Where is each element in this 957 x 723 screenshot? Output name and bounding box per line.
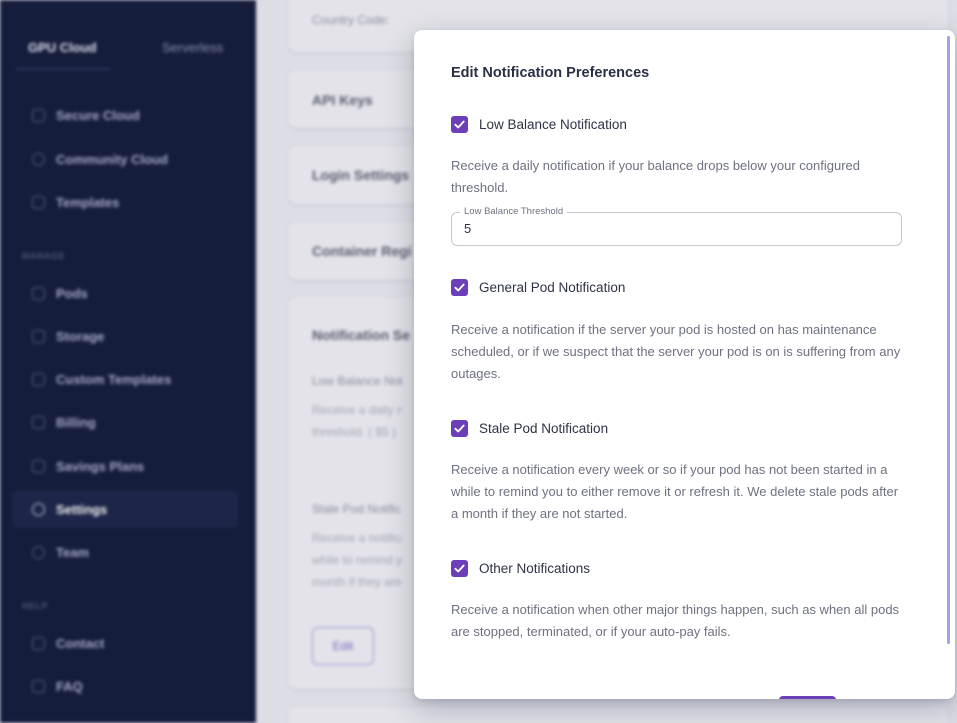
general-pod-label: General Pod Notification <box>479 280 626 295</box>
low-balance-checkbox[interactable] <box>451 116 468 133</box>
threshold-field-label: Low Balance Threshold <box>460 206 568 217</box>
other-notifications-checkbox-row[interactable]: Other Notifications <box>451 560 590 577</box>
other-notifications-label: Other Notifications <box>479 561 591 576</box>
modal-scrollbar[interactable] <box>947 36 950 644</box>
save-button[interactable] <box>779 696 836 699</box>
checkmark-icon <box>454 283 465 292</box>
low-balance-threshold-input[interactable] <box>464 221 884 236</box>
low-balance-label: Low Balance Notification <box>479 117 627 132</box>
other-notifications-checkbox[interactable] <box>451 560 468 577</box>
general-pod-checkbox-row[interactable]: General Pod Notification <box>451 279 625 296</box>
checkmark-icon <box>454 424 465 433</box>
stale-pod-description: Receive a notification every week or so … <box>451 462 899 521</box>
low-balance-threshold-field[interactable]: Low Balance Threshold <box>451 206 902 246</box>
stale-pod-checkbox-row[interactable]: Stale Pod Notification <box>451 420 608 437</box>
checkmark-icon <box>454 120 465 129</box>
general-pod-description: Receive a notification if the server you… <box>451 322 901 381</box>
stale-pod-checkbox[interactable] <box>451 420 468 437</box>
checkmark-icon <box>454 564 465 573</box>
general-pod-checkbox[interactable] <box>451 279 468 296</box>
notification-preferences-modal: Edit Notification Preferences Low Balanc… <box>414 30 955 699</box>
low-balance-description: Receive a daily notification if your bal… <box>451 158 861 195</box>
modal-title: Edit Notification Preferences <box>451 65 650 81</box>
other-notifications-description: Receive a notification when other major … <box>451 602 900 639</box>
low-balance-checkbox-row[interactable]: Low Balance Notification <box>451 116 627 133</box>
stale-pod-label: Stale Pod Notification <box>479 421 609 436</box>
